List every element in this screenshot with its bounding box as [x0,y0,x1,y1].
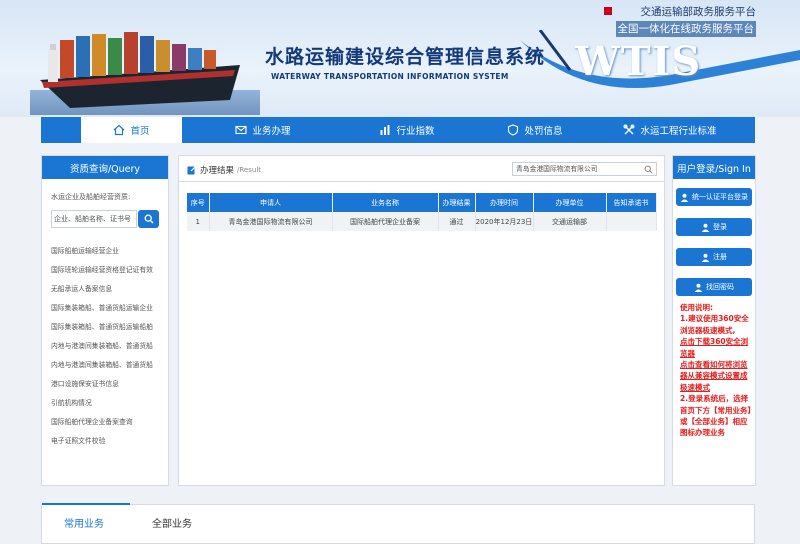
cell-business: 国际船舶代理企业备案 [332,212,439,231]
query-item-hk-macau-2[interactable]: 内地与港澳间集装箱船、普通货船 [51,356,161,375]
home-icon [114,124,125,136]
query-search-input[interactable] [51,210,137,228]
nav-business[interactable]: 业务办理 [182,117,344,143]
result-search-input[interactable]: 青岛金港国际物流有限公司 [512,162,657,176]
main-nav: 首页 业务办理 行业指数 处罚信息 水运工程行业标准 [41,117,755,143]
query-item-liner-registration[interactable]: 国际班轮运输经营资格登记证有效 [51,261,161,280]
cell-applicant: 青岛金港国际物流有限公司 [209,212,333,231]
register-button[interactable]: 注册 [676,248,752,266]
result-title-text: 办理结果 [200,166,235,176]
query-search-button[interactable] [138,210,159,228]
login-panel: 用户登录/Sign In 统一认证平台登录 登录 注册 找回密码 使用说明: 1… [672,155,756,486]
nav-penalty-label: 处罚信息 [524,126,563,137]
query-item-hk-macau-1[interactable]: 内地与港澳间集装箱船、普通货船 [51,337,161,356]
cell-time: 2020年12月23日 [475,212,534,231]
result-table: 序号 申请人 业务名称 办理结果 办理时间 办理单位 告知承诺书 1 青岛金港国… [187,193,657,231]
usage-line-1: 1.建议使用360安全浏览器极速模式, [680,314,749,335]
shield-icon [508,124,519,136]
qualification-query-panel: 资质查询/Query 水运企业及船舶经营资质: 国际船舶运输经营企业 国际班轮运… [41,155,169,486]
cargo-ship-banner [30,32,260,115]
register-label: 注册 [713,253,727,261]
cell-unit: 交通运输部 [533,212,607,231]
query-item-intl-shipping[interactable]: 国际船舶运输经营企业 [51,242,161,261]
result-search-value: 青岛金港国际物流有限公司 [516,165,598,173]
user-icon [680,193,689,202]
nav-home-label: 首页 [130,126,150,137]
tab-common-business[interactable]: 常用业务 [42,503,130,530]
nav-index[interactable]: 行业指数 [344,117,470,143]
col-header-commitment: 告知承诺书 [606,193,657,212]
site-header: WTIS 水路运输建设综合管理信息系统 WATERWAY TRANSPORTAT… [0,0,800,117]
query-item-container-vessel[interactable]: 国际集装箱船、普通货船运输船舶 [51,318,161,337]
user-icon [694,283,703,292]
col-header-time: 办理时间 [475,193,534,212]
usage-line-2: 2.登录系统后，选择首页下方【常用业务】或【全部业务】相应图标办理业务 [680,394,752,438]
usage-instructions: 使用说明: 1.建议使用360安全浏览器极速模式, 点击下载360安全浏览器 点… [680,302,754,439]
query-item-port-security[interactable]: 港口设施保安证书信息 [51,375,161,394]
nav-standards-label: 水运工程行业标准 [640,126,717,137]
col-header-index: 序号 [187,193,210,212]
query-item-e-license[interactable]: 电子证照文件校验 [51,432,161,451]
query-label: 水运企业及船舶经营资质: [51,193,131,201]
unified-login-button[interactable]: 统一认证平台登录 [676,188,752,206]
col-header-business: 业务名称 [332,193,439,212]
flag-square-icon [604,7,612,15]
national-portal-link[interactable]: 全国一体化在线政务服务平台 [615,21,756,37]
cell-result: 通过 [438,212,476,231]
cell-commitment [606,212,657,231]
query-item-nvocc[interactable]: 无船承运人备案信息 [51,280,161,299]
nav-business-label: 业务办理 [252,126,291,137]
col-header-result: 办理结果 [438,193,476,212]
query-panel-title: 资质查询/Query [42,156,168,179]
download-360-link[interactable]: 点击下载360安全浏览器 [680,336,754,359]
table-row[interactable]: 1 青岛金港国际物流有限公司 国际船舶代理企业备案 通过 2020年12月23日… [187,212,657,231]
query-search-row [51,210,159,228]
result-title: 办理结果 /Result [187,164,261,176]
login-label: 登录 [713,223,727,231]
login-panel-title: 用户登录/Sign In [673,156,755,179]
recover-password-button[interactable]: 找回密码 [676,278,752,296]
bar-chart-icon [380,125,390,135]
mail-icon [235,125,248,135]
wtis-logo: WTIS [575,38,702,85]
ministry-portal-link[interactable]: 交通运输部政务服务平台 [641,4,757,19]
result-panel: 办理结果 /Result 青岛金港国际物流有限公司 序号 申请人 业务名称 办理… [178,155,665,486]
user-icon [701,223,710,232]
query-item-ship-agency[interactable]: 国际船舶代理企业备案查询 [51,413,161,432]
query-item-pilotage[interactable]: 引航机构情况 [51,394,161,413]
login-button[interactable]: 登录 [676,218,752,236]
cell-index: 1 [187,212,210,231]
tools-icon [623,124,635,135]
nav-penalty[interactable]: 处罚信息 [470,117,600,143]
col-header-unit: 办理单位 [533,193,607,212]
speed-mode-help-link[interactable]: 点击查看如何将浏览器从兼容模式设置成极速模式 [680,359,754,393]
unified-login-label: 统一认证平台登录 [692,193,748,201]
query-list: 国际船舶运输经营企业 国际班轮运输经营资格登记证有效 无船承运人备案信息 国际集… [51,242,168,451]
nav-index-label: 行业指数 [396,126,435,137]
result-table-header-row: 序号 申请人 业务名称 办理结果 办理时间 办理单位 告知承诺书 [187,193,657,212]
result-title-sub: /Result [237,166,262,174]
recover-password-label: 找回密码 [706,283,734,291]
system-subtitle: WATERWAY TRANSPORTATION INFORMATION SYST… [271,72,509,81]
nav-standards[interactable]: 水运工程行业标准 [600,117,740,143]
tab-all-business[interactable]: 全部业务 [152,515,192,530]
query-item-container-company[interactable]: 国际集装箱船、普通货船运输企业 [51,299,161,318]
result-panel-header: 办理结果 /Result 青岛金港国际物流有限公司 [179,156,664,182]
system-title: 水路运输建设综合管理信息系统 [265,46,546,68]
search-icon [144,214,153,224]
usage-heading: 使用说明: [680,303,713,312]
edit-icon [187,165,197,175]
col-header-applicant: 申请人 [209,193,333,212]
user-icon [701,253,710,262]
nav-home[interactable]: 首页 [81,117,182,143]
search-icon[interactable] [644,165,653,174]
business-tabs: 常用业务 全部业务 [41,503,755,544]
